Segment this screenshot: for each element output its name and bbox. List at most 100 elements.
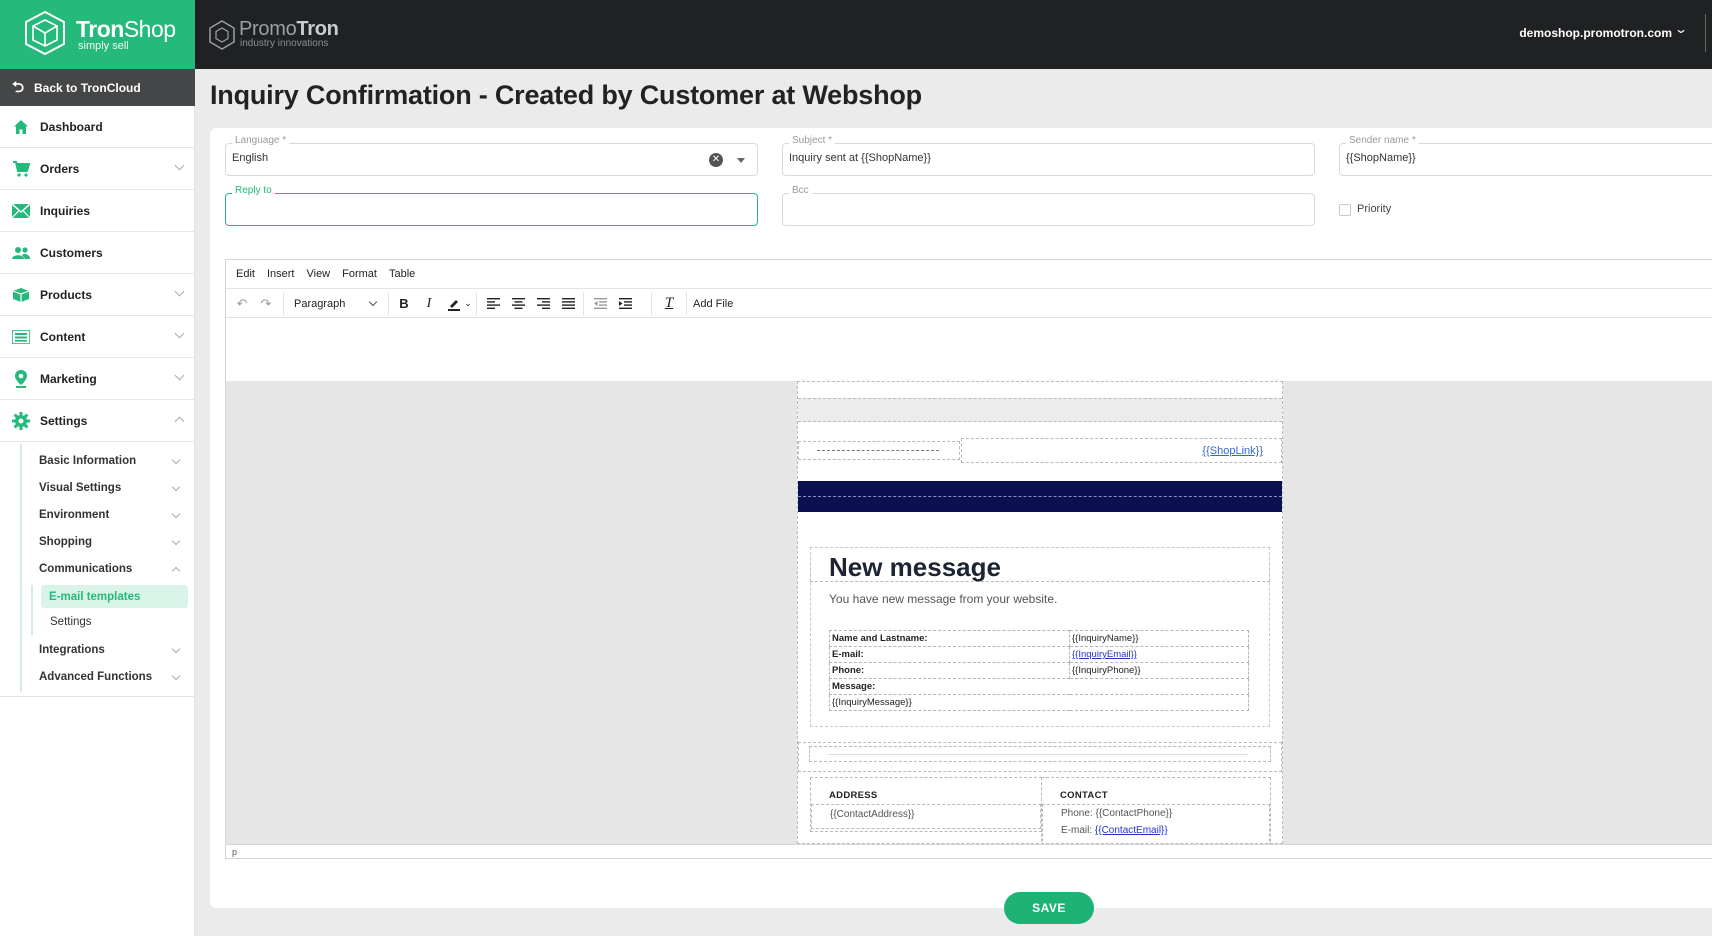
italic-icon[interactable]: I: [419, 289, 439, 318]
table-row: Name and Lastname: {{InquiryName}}: [829, 630, 1249, 647]
block-format-select[interactable]: Paragraph: [284, 289, 386, 318]
sender-name-input[interactable]: [1346, 152, 1688, 164]
chevron-down-icon: [171, 509, 181, 519]
priority-checkbox[interactable]: [1339, 204, 1351, 216]
add-file-button[interactable]: Add File: [693, 289, 733, 318]
chevron-down-icon[interactable]: ⌄: [462, 289, 474, 318]
sender-name-field[interactable]: Sender name *: [1339, 135, 1712, 176]
reply-to-label: Reply to: [232, 185, 275, 196]
sidebar-item-orders[interactable]: Orders: [0, 148, 195, 190]
clear-formatting-icon[interactable]: T: [658, 289, 680, 318]
language-value[interactable]: [232, 152, 710, 164]
sidebar-subitem-communications[interactable]: Communications: [39, 559, 181, 579]
align-left-icon[interactable]: [482, 289, 504, 318]
menu-table[interactable]: Table: [389, 268, 415, 280]
shop-link[interactable]: {{ShopLink}}: [1202, 445, 1263, 457]
pin-icon: [12, 369, 30, 388]
sidebar-item-settings[interactable]: Settings: [0, 400, 195, 442]
bcc-field[interactable]: Bcc: [782, 185, 1315, 226]
undo-icon[interactable]: ↶: [232, 289, 252, 318]
row-key: Phone:: [829, 662, 1070, 679]
brand-logo[interactable]: TronShop simply sell: [0, 0, 195, 69]
editor-canvas[interactable]: {{ShopLink}} New message You have new me…: [226, 381, 1712, 844]
subitem-label: Communications: [39, 563, 133, 575]
sidebar-subitem-basic-information[interactable]: Basic Information: [39, 451, 181, 471]
menu-edit[interactable]: Edit: [236, 268, 255, 280]
subject-field[interactable]: Subject *: [782, 135, 1315, 176]
subitem-label: Environment: [39, 509, 110, 521]
highlight-pen-icon[interactable]: [444, 289, 464, 318]
reply-to-field[interactable]: Reply to: [225, 185, 758, 226]
email-header-band: [798, 481, 1282, 512]
partner-name: PromoTron: [239, 18, 339, 40]
row-value: {{InquiryEmail}}: [1069, 646, 1249, 663]
subject-input[interactable]: [789, 152, 1267, 164]
subitem-label: Integrations: [39, 644, 105, 656]
divider: [1705, 14, 1706, 52]
align-right-icon[interactable]: [532, 289, 554, 318]
submenu-guide-line: [31, 585, 33, 635]
chevron-down-icon: [171, 455, 181, 465]
language-select[interactable]: Language * ✕: [225, 135, 758, 176]
bcc-input[interactable]: [789, 202, 1267, 214]
caret-down-icon[interactable]: [737, 158, 745, 163]
inquiry-email-link[interactable]: {{InquiryEmail}}: [1072, 649, 1137, 660]
brand-name: TronShop: [76, 16, 176, 42]
toolbar-divider: [686, 292, 687, 315]
toolbar-divider: [388, 292, 389, 315]
menu-format[interactable]: Format: [342, 268, 377, 280]
save-button[interactable]: SAVE: [1004, 892, 1094, 924]
address-heading: ADDRESS: [829, 790, 878, 801]
menu-insert[interactable]: Insert: [267, 268, 295, 280]
domain-selector[interactable]: demoshop.promotron.com: [1519, 26, 1672, 40]
subitem-label: Shopping: [39, 536, 93, 548]
chevron-down-icon[interactable]: ⌄: [1674, 22, 1688, 36]
chevron-down-icon: [174, 370, 185, 381]
align-center-icon[interactable]: [507, 289, 529, 318]
back-label: Back to TronCloud: [34, 80, 141, 95]
subitem-label: Basic Information: [39, 455, 137, 467]
divider-line: [828, 754, 1248, 755]
sidebar-subitem-environment[interactable]: Environment: [39, 505, 181, 525]
contact-phone-line: Phone: {{ContactPhone}}: [1061, 808, 1172, 819]
outdent-icon[interactable]: [589, 289, 611, 318]
table-row: Message:: [829, 678, 1249, 695]
sidebar-subitem-advanced-functions[interactable]: Advanced Functions: [39, 667, 181, 687]
contact-email-link[interactable]: {{ContactEmail}}: [1095, 825, 1168, 836]
back-to-troncloud-button[interactable]: ⮌ Back to TronCloud: [0, 69, 195, 106]
sidebar-item-customers[interactable]: Customers: [0, 232, 195, 274]
row-key: Message:: [829, 678, 1249, 695]
promotron-logo-icon: [209, 20, 235, 50]
sidebar-subitem-integrations[interactable]: Integrations: [39, 640, 181, 660]
row-key: Name and Lastname:: [829, 630, 1070, 647]
email-template-preview[interactable]: {{ShopLink}} New message You have new me…: [797, 381, 1283, 844]
address-cell: {{ContactAddress}}: [811, 804, 1041, 829]
sidebar-subitem-shopping[interactable]: Shopping: [39, 532, 181, 552]
contact-email-prefix: E-mail:: [1061, 825, 1095, 836]
sidebar-item-dashboard[interactable]: Dashboard: [0, 106, 195, 148]
sidebar-item-content[interactable]: Content: [0, 316, 195, 358]
reply-to-input[interactable]: [232, 202, 710, 214]
logo-placeholder: [798, 441, 960, 460]
bold-icon[interactable]: B: [394, 289, 414, 318]
indent-icon[interactable]: [614, 289, 636, 318]
redo-icon[interactable]: ↷: [256, 289, 276, 318]
sidebar-subitem-comm-settings[interactable]: Settings: [50, 616, 92, 628]
sidebar-item-products[interactable]: Products: [0, 274, 195, 316]
partner-tagline: industry innovations: [240, 38, 329, 49]
clear-icon[interactable]: ✕: [709, 153, 723, 167]
contact-column: CONTACT Phone: {{ContactPhone}} E-mail: …: [1041, 777, 1271, 844]
contact-email-line: E-mail: {{ContactEmail}}: [1061, 825, 1168, 836]
sidebar-subitem-email-templates[interactable]: E-mail templates: [41, 585, 188, 608]
sidebar-subitem-visual-settings[interactable]: Visual Settings: [39, 478, 181, 498]
gear-icon: [12, 411, 30, 430]
align-justify-icon[interactable]: [557, 289, 579, 318]
editor-statusbar: p: [226, 844, 1712, 859]
row-value: {{InquiryPhone}}: [1069, 662, 1249, 679]
email-subtitle: You have new message from your website.: [829, 592, 1058, 606]
sidebar-item-inquiries[interactable]: Inquiries: [0, 190, 195, 232]
menu-view[interactable]: View: [306, 268, 330, 280]
divider-cell: [809, 746, 1271, 762]
page-title: Inquiry Confirmation - Created by Custom…: [210, 80, 922, 110]
sidebar-item-marketing[interactable]: Marketing: [0, 358, 195, 400]
